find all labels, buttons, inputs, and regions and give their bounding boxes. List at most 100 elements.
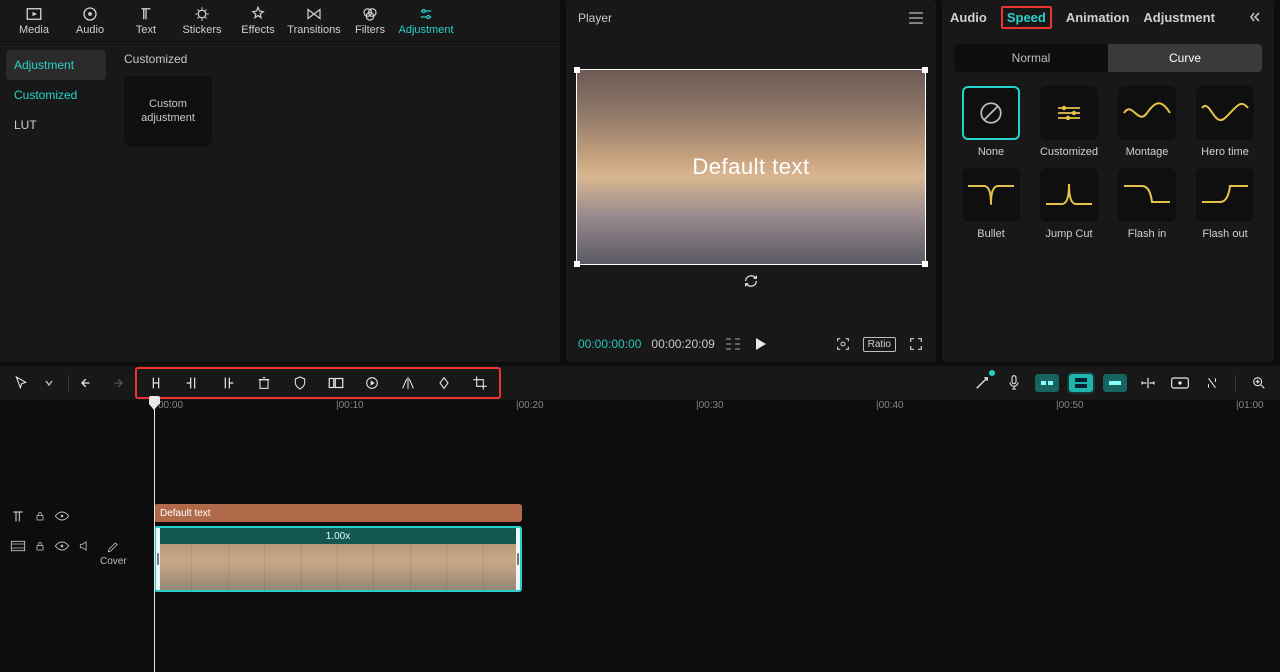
media-tabs: Media Audio Text Stickers Effects Transi… [0, 0, 560, 42]
player-menu-icon[interactable] [908, 12, 924, 24]
delete-right-icon[interactable] [217, 372, 239, 394]
preset-flashin[interactable]: Flash in [1112, 168, 1182, 240]
timeline-ruler[interactable]: 00:00 |00:10 |00:20 |00:30 |00:40 |00:50… [112, 400, 1280, 418]
sliders-icon [1054, 102, 1084, 124]
collapse-right-icon[interactable] [1250, 10, 1266, 24]
effects-icon [249, 5, 267, 23]
lock-icon[interactable] [34, 510, 46, 522]
reverse-icon[interactable] [361, 372, 383, 394]
player-controls: 00:00:00:00 00:00:20:09 Ratio [566, 330, 936, 362]
rtab-animation[interactable]: Animation [1066, 10, 1130, 25]
redo-icon[interactable] [105, 372, 127, 394]
preset-jump-label: Jump Cut [1045, 228, 1092, 240]
track-body[interactable]: Default text 1.00x [112, 418, 1280, 672]
mirror-icon[interactable] [397, 372, 419, 394]
cursor-tool-dropdown-icon[interactable] [38, 372, 60, 394]
preset-jump[interactable]: Jump Cut [1034, 168, 1104, 240]
preset-none[interactable]: None [956, 86, 1026, 158]
tab-stickers[interactable]: Stickers [174, 0, 230, 42]
clip-thumbnails [156, 544, 520, 592]
preset-bullet[interactable]: Bullet [956, 168, 1026, 240]
preset-bullet-label: Bullet [977, 228, 1005, 240]
settings-icon[interactable] [1201, 372, 1223, 394]
focus-icon[interactable] [835, 336, 851, 352]
text-clip[interactable]: Default text [154, 504, 522, 522]
ruler-tick: 00:00 [158, 400, 183, 411]
ruler-tick: |00:20 [516, 400, 544, 411]
tab-transitions[interactable]: Transitions [286, 0, 342, 42]
rtab-audio[interactable]: Audio [950, 10, 987, 25]
shield-icon[interactable] [289, 372, 311, 394]
pill-normal[interactable]: Normal [954, 44, 1108, 72]
preset-flashout[interactable]: Flash out [1190, 168, 1260, 240]
side-item-adjustment[interactable]: Adjustment [6, 50, 106, 80]
undo-icon[interactable] [77, 372, 99, 394]
tab-filters-label: Filters [355, 24, 385, 36]
fullscreen-icon[interactable] [908, 336, 924, 352]
play-button[interactable] [753, 337, 767, 351]
timeline-toolbar [0, 366, 1280, 400]
tab-text[interactable]: Text [118, 0, 174, 42]
preset-montage[interactable]: Montage [1112, 86, 1182, 158]
zoom-timeline-icon[interactable] [1248, 372, 1270, 394]
none-icon [978, 100, 1004, 126]
playhead[interactable] [154, 400, 155, 672]
hero-curve-icon [1200, 96, 1250, 130]
adjustment-icon [417, 5, 435, 23]
tab-filters[interactable]: Filters [342, 0, 398, 42]
split-icon[interactable] [145, 372, 167, 394]
delete-left-icon[interactable] [181, 372, 203, 394]
card-custom-adjustment[interactable]: Custom adjustment [124, 76, 212, 146]
timecode-duration: 00:00:20:09 [651, 337, 714, 351]
list-icon[interactable] [725, 338, 743, 350]
pill-curve[interactable]: Curve [1108, 44, 1262, 72]
rtab-adjustment[interactable]: Adjustment [1143, 10, 1215, 25]
eye-icon[interactable] [54, 540, 70, 552]
align-icon[interactable] [1137, 372, 1159, 394]
magic-icon[interactable] [971, 372, 993, 394]
freeze-icon[interactable] [325, 372, 347, 394]
clip-trim-left[interactable] [156, 528, 160, 590]
tab-media[interactable]: Media [6, 0, 62, 42]
text-track-head [0, 498, 112, 534]
mute-icon[interactable] [78, 540, 92, 552]
preset-flashin-label: Flash in [1128, 228, 1167, 240]
timecode-current: 00:00:00:00 [578, 337, 641, 351]
montage-curve-icon [1122, 96, 1172, 130]
eye-icon[interactable] [54, 510, 70, 522]
preset-customized[interactable]: Customized [1034, 86, 1104, 158]
cursor-tool-icon[interactable] [10, 372, 32, 394]
clip-trim-right[interactable] [516, 528, 520, 590]
canvas-text[interactable]: Default text [577, 70, 925, 265]
track-mode-3[interactable] [1103, 374, 1127, 392]
timeline-tool-group [135, 367, 501, 399]
track-mode-2[interactable] [1069, 374, 1093, 392]
track-mode-1[interactable] [1035, 374, 1059, 392]
tab-effects[interactable]: Effects [230, 0, 286, 42]
side-item-lut[interactable]: LUT [0, 110, 112, 140]
rotate-icon[interactable] [433, 372, 455, 394]
side-list: Adjustment Customized LUT [0, 42, 112, 362]
preview-icon[interactable] [1169, 372, 1191, 394]
player-canvas[interactable]: Default text [576, 69, 926, 266]
rtab-speed[interactable]: Speed [1001, 6, 1052, 29]
video-track-icon [10, 540, 26, 552]
tab-audio[interactable]: Audio [62, 0, 118, 42]
delete-icon[interactable] [253, 372, 275, 394]
preset-montage-label: Montage [1126, 146, 1169, 158]
video-clip[interactable]: 1.00x [154, 526, 522, 592]
crop-icon[interactable] [469, 372, 491, 394]
tab-adjustment-label: Adjustment [398, 24, 453, 36]
preset-hero[interactable]: Hero time [1190, 86, 1260, 158]
preset-flashout-label: Flash out [1202, 228, 1247, 240]
flashout-curve-icon [1200, 178, 1250, 212]
right-tabs: Audio Speed Animation Adjustment [942, 0, 1274, 34]
ratio-button[interactable]: Ratio [863, 337, 896, 352]
mic-icon[interactable] [1003, 372, 1025, 394]
preset-hero-label: Hero time [1201, 146, 1249, 158]
tab-adjustment[interactable]: Adjustment [398, 0, 454, 42]
lock-icon[interactable] [34, 540, 46, 552]
side-item-customized[interactable]: Customized [0, 80, 112, 110]
refresh-icon[interactable] [743, 273, 759, 289]
tab-audio-label: Audio [76, 24, 104, 36]
